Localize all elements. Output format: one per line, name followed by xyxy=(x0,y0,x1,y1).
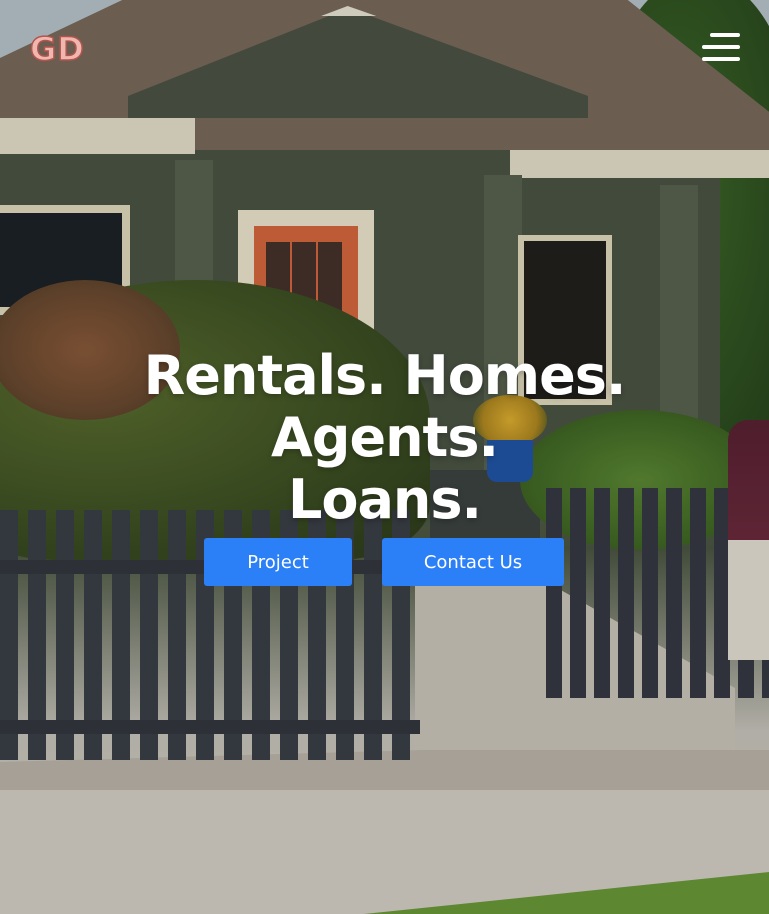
menu-line xyxy=(702,45,740,49)
menu-line xyxy=(710,33,740,37)
headline-line-1: Rentals. Homes. Agents. xyxy=(143,344,627,469)
project-button[interactable]: Project xyxy=(204,538,352,586)
headline-line-2: Loans. xyxy=(287,468,482,531)
hero-section: GD Rentals. Homes. Agents. Loans. Projec… xyxy=(0,0,769,914)
hamburger-menu-icon[interactable] xyxy=(700,30,740,64)
hero-headline: Rentals. Homes. Agents. Loans. xyxy=(0,345,769,531)
site-logo[interactable]: GD xyxy=(29,29,85,69)
menu-line xyxy=(702,57,740,61)
contact-us-button[interactable]: Contact Us xyxy=(382,538,564,586)
